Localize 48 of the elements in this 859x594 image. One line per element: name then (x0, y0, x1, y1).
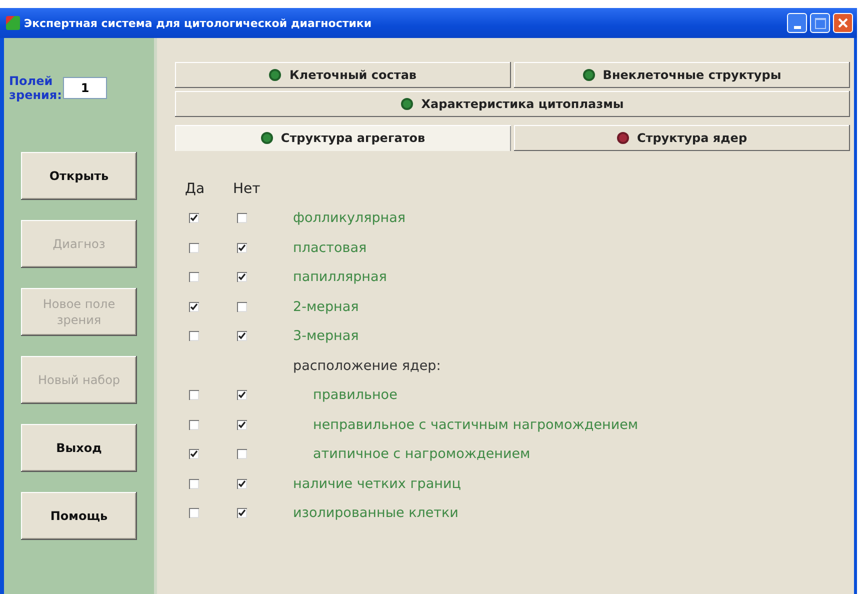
option-label: наличие четких границ (293, 476, 462, 492)
checkbox[interactable] (189, 213, 199, 224)
checkbox[interactable] (189, 508, 199, 518)
checkbox[interactable] (237, 213, 247, 224)
option-label: пластовая (293, 240, 368, 256)
checkbox[interactable] (189, 302, 199, 312)
option-label: 2-мерная (293, 298, 360, 315)
checkbox[interactable] (237, 390, 247, 400)
app-icon (6, 16, 20, 30)
column-header: Нет (233, 180, 262, 197)
checkbox[interactable] (237, 478, 247, 489)
checkbox[interactable] (237, 449, 247, 460)
checkbox[interactable] (237, 302, 247, 312)
tab[interactable]: Структура ядер (514, 125, 850, 151)
minimize-button[interactable] (787, 13, 807, 33)
tab[interactable]: Характеристика цитоплазмы (175, 91, 850, 117)
fields-input[interactable]: 1 (63, 77, 107, 99)
checkbox[interactable] (237, 242, 247, 253)
window-title: Экспертная система для цитологической диагностики (24, 16, 373, 30)
checkbox[interactable] (189, 390, 199, 400)
tab[interactable]: Внеклеточные структуры (514, 62, 850, 88)
close-icon (838, 18, 848, 28)
checkbox[interactable] (189, 449, 199, 460)
checkbox[interactable] (237, 508, 247, 518)
close-button[interactable] (833, 13, 853, 33)
option-label: атипичное с нагромождением (312, 446, 532, 462)
option-label: фолликулярная (293, 210, 407, 226)
option-label: 3-мерная (293, 328, 360, 344)
tab[interactable]: Структура агрегатов (175, 125, 511, 151)
group-label: расположение ядер: (293, 358, 442, 374)
checkbox[interactable] (189, 420, 199, 430)
tab[interactable]: Клеточный состав (175, 62, 511, 88)
maximize-button[interactable] (810, 13, 830, 33)
option-label: изолированные клетки (293, 505, 460, 522)
checkbox[interactable] (189, 272, 199, 282)
checkbox[interactable] (189, 331, 199, 342)
option-label: правильное (312, 387, 398, 404)
option-label: папиллярная (293, 269, 388, 286)
checkbox[interactable] (189, 478, 199, 489)
side-button[interactable]: Выход (21, 424, 137, 472)
checkbox[interactable] (237, 420, 247, 430)
side-button[interactable]: Помощь (21, 492, 137, 540)
option-label: неправильное с частичным нагромождением (312, 416, 640, 433)
column-header: Да (185, 180, 206, 197)
checkbox[interactable] (189, 242, 199, 253)
side-button[interactable]: Открыть (21, 152, 137, 200)
checkbox[interactable] (237, 272, 247, 282)
checkbox[interactable] (237, 331, 247, 342)
